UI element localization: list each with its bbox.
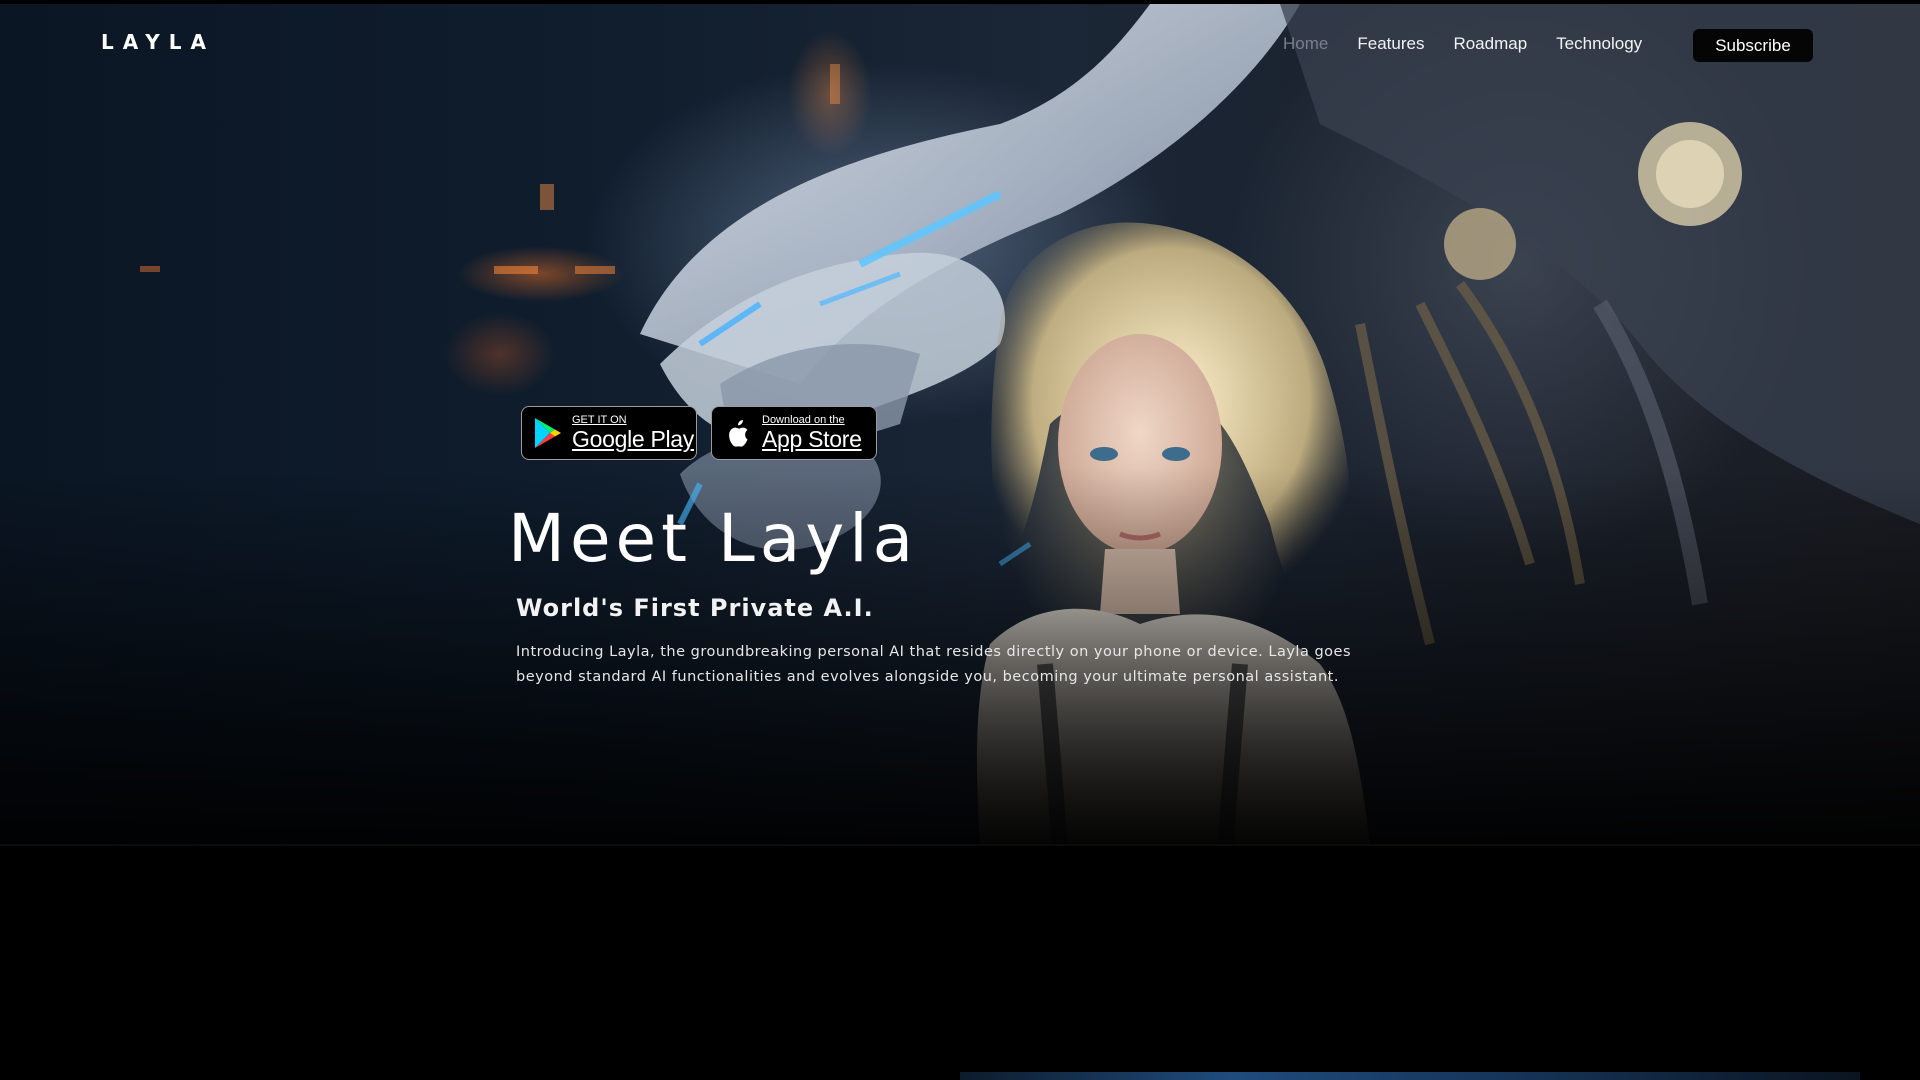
main-nav: Home Features Roadmap Technology	[1283, 30, 1671, 58]
hero-vignette	[0, 4, 1920, 846]
google-play-badge[interactable]: GET IT ON Google Play	[521, 406, 697, 460]
hero-subtitle: World's First Private A.I.	[516, 594, 874, 622]
app-store-small-label: Download on the	[762, 414, 845, 426]
section-divider	[0, 844, 1920, 846]
page: LAYLA Home Features Roadmap Technology S…	[0, 0, 1920, 1080]
next-section-preview	[960, 1072, 1860, 1080]
google-play-text: GET IT ON Google Play	[572, 415, 694, 451]
site-logo[interactable]: LAYLA	[101, 30, 215, 54]
nav-roadmap[interactable]: Roadmap	[1453, 30, 1527, 58]
app-store-large-label: App Store	[762, 426, 862, 452]
app-store-badge[interactable]: Download on the App Store	[711, 406, 877, 460]
subscribe-button[interactable]: Subscribe	[1693, 29, 1813, 62]
apple-icon	[722, 417, 754, 449]
google-play-icon	[532, 417, 564, 449]
nav-features[interactable]: Features	[1357, 30, 1424, 58]
google-play-small-label: GET IT ON	[572, 414, 627, 426]
nav-home[interactable]: Home	[1283, 30, 1328, 58]
hero-description: Introducing Layla, the groundbreaking pe…	[516, 644, 1351, 685]
google-play-large-label: Google Play	[572, 426, 694, 452]
hero-title: Meet Layla	[508, 500, 919, 577]
hero-section	[0, 4, 1920, 846]
nav-technology[interactable]: Technology	[1556, 30, 1642, 58]
app-store-text: Download on the App Store	[762, 415, 862, 451]
